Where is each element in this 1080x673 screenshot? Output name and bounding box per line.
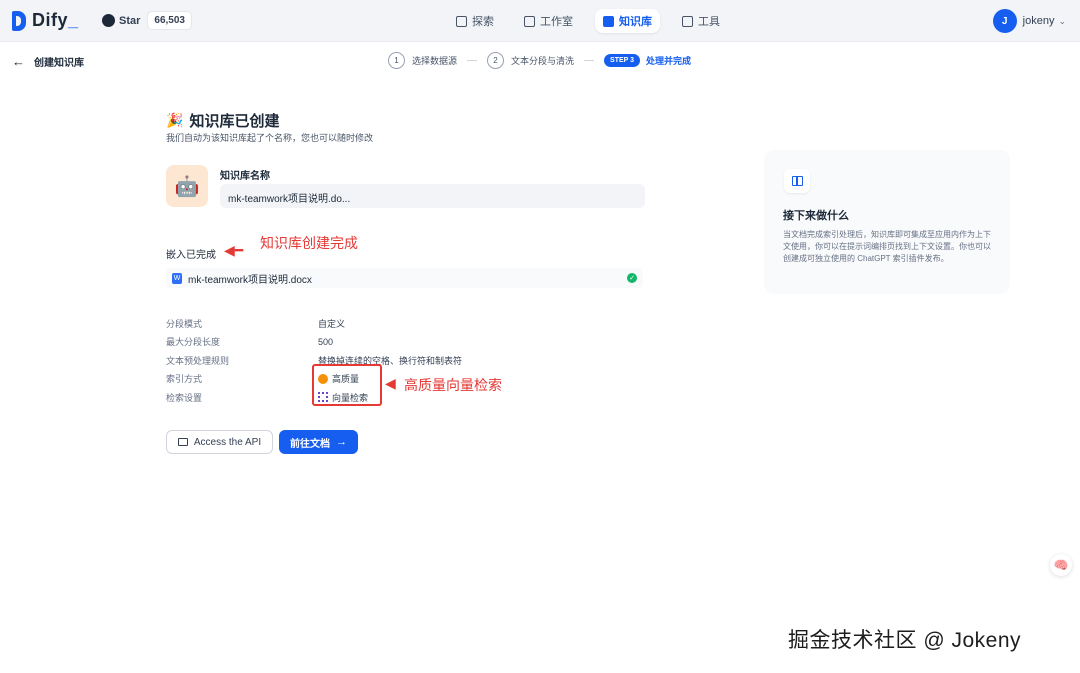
go-to-document-label: 前往文档 <box>290 438 330 450</box>
logo-text: Dify_ <box>32 10 79 30</box>
step-divider <box>584 60 595 61</box>
stepper: 1 选择数据源 2 文本分段与清洗 STEP 3 处理并完成 <box>388 52 691 69</box>
nav-tools[interactable]: 工具 <box>674 9 728 33</box>
book-icon <box>791 176 803 186</box>
brain-assistant-icon[interactable]: 🧠 <box>1050 554 1072 576</box>
info-key: 索引方式 <box>166 374 203 385</box>
explore-icon <box>456 15 467 27</box>
github-star-button[interactable]: Star 66,503 <box>102 11 192 30</box>
knowledge-icon <box>603 15 614 27</box>
panel-icon-box <box>784 169 810 193</box>
docx-file-icon: W <box>172 272 182 284</box>
back-button[interactable]: ← 创建知识库 <box>12 54 84 69</box>
nav-knowledge[interactable]: 知识库 <box>595 9 660 33</box>
github-icon <box>102 14 115 27</box>
terminal-icon <box>177 438 188 446</box>
access-api-button[interactable]: Access the API <box>166 430 273 454</box>
github-star-label: Star <box>119 14 141 27</box>
arrow-left-icon: ← <box>12 54 25 69</box>
dify-logo-icon <box>12 10 26 31</box>
party-popper-icon: 🎉 <box>166 112 184 128</box>
watermark: 掘金技术社区 @ Jokeny <box>788 629 1022 652</box>
top-navbar: Dify_ Star 66,503 探索 工作室 知识库 工具 J jokeny… <box>0 0 1080 42</box>
step-1-number: 1 <box>388 52 405 69</box>
annotation-highlight-box <box>312 364 382 406</box>
info-row: 分段模式 自定义 <box>166 314 462 333</box>
step-1-label: 选择数据源 <box>412 56 458 66</box>
tools-icon <box>682 15 693 27</box>
info-row: 最大分段长度 500 <box>166 333 462 352</box>
annotation-index-note: 高质量向量检索 <box>404 377 502 393</box>
step-2-label: 文本分段与清洗 <box>511 56 575 66</box>
next-steps-title: 接下来做什么 <box>783 210 849 222</box>
step-3-badge: STEP 3 <box>604 54 641 67</box>
file-name: mk-teamwork项目说明.docx <box>188 274 312 286</box>
go-to-document-button[interactable]: 前往文档 → <box>279 430 358 454</box>
robot-icon: 🤖 <box>174 175 200 198</box>
info-key: 文本预处理规则 <box>166 355 230 366</box>
knowledge-icon-picker[interactable]: 🤖 <box>166 165 208 207</box>
user-menu[interactable]: J jokeny ⌄ <box>992 9 1066 33</box>
annotation-arrow-icon: ◀━ <box>224 242 244 258</box>
user-name: jokeny <box>1022 15 1055 27</box>
annotation-embed-note: 知识库创建完成 <box>260 235 358 251</box>
nav-knowledge-label: 知识库 <box>619 16 652 28</box>
page-subtitle: 我们自动为该知识库起了个名称，您也可以随时修改 <box>166 133 374 143</box>
knowledge-name-label: 知识库名称 <box>220 171 270 182</box>
info-value: 自定义 <box>318 318 346 329</box>
info-value: 500 <box>318 336 334 347</box>
step-3-label: 处理并完成 <box>646 56 692 66</box>
annotation-arrow-icon: ◀ <box>385 375 396 391</box>
nav-tools-label: 工具 <box>698 16 720 28</box>
next-steps-description: 当文档完成索引处理后，知识库即可集成至应用内作为上下文使用，你可以在提示词编排页… <box>783 230 991 263</box>
step-divider <box>467 60 478 61</box>
step-2-number: 2 <box>487 52 505 69</box>
page-title: 🎉 知识库已创建 <box>166 110 279 131</box>
github-star-count: 66,503 <box>147 11 192 30</box>
page-title-text: 知识库已创建 <box>189 113 280 130</box>
avatar: J <box>992 9 1017 33</box>
knowledge-name-input[interactable]: mk-teamwork项目说明.do... <box>220 184 645 208</box>
arrow-right-icon: → <box>336 436 347 448</box>
info-key: 检索设置 <box>166 392 203 403</box>
dify-logo[interactable]: Dify_ <box>12 10 79 31</box>
info-key: 分段模式 <box>166 318 203 329</box>
chevron-down-icon: ⌄ <box>1058 15 1066 26</box>
studio-icon <box>524 15 535 27</box>
embedding-status-label: 嵌入已完成 <box>166 250 216 261</box>
nav-studio[interactable]: 工作室 <box>516 9 581 33</box>
file-item: W mk-teamwork项目说明.docx ✓ <box>166 268 643 288</box>
info-key: 最大分段长度 <box>166 337 221 348</box>
access-api-label: Access the API <box>193 436 262 448</box>
nav-explore-label: 探索 <box>472 16 494 28</box>
nav-studio-label: 工作室 <box>540 16 573 28</box>
nav-explore[interactable]: 探索 <box>448 9 502 33</box>
back-label: 创建知识库 <box>34 58 84 69</box>
next-steps-panel: 接下来做什么 当文档完成索引处理后，知识库即可集成至应用内作为上下文使用，你可以… <box>764 150 1010 294</box>
check-circle-icon: ✓ <box>627 273 637 283</box>
main-nav: 探索 工作室 知识库 工具 <box>448 9 728 33</box>
